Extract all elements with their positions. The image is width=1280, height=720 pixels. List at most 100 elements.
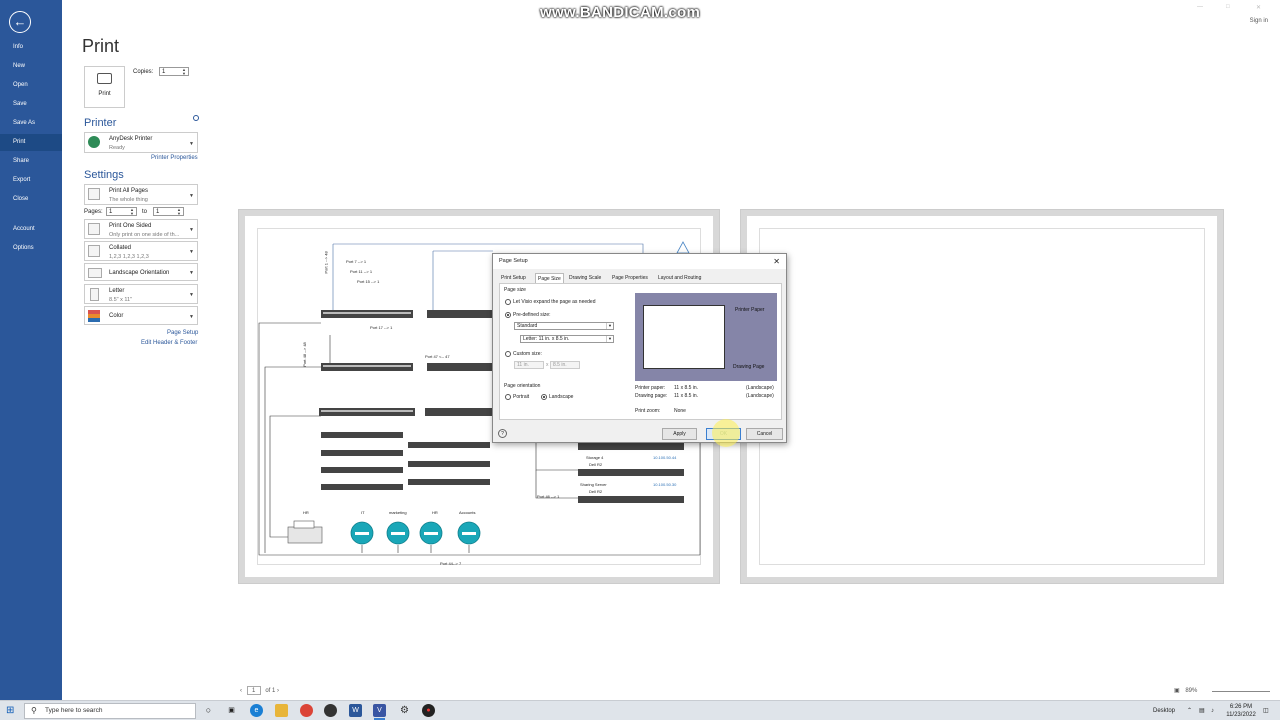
- help-icon[interactable]: ?: [498, 429, 507, 438]
- diagram-label: Dell R2: [589, 489, 603, 494]
- custom-height-field[interactable]: 8.5 in.: [550, 361, 580, 369]
- chrome-icon[interactable]: [300, 704, 313, 717]
- page-setup-dialog: Page Setup ✕ Print Setup Page Size Drawi…: [492, 253, 787, 443]
- word-icon[interactable]: W: [349, 704, 362, 717]
- diagram-label: Port 46 --> 1: [537, 494, 560, 499]
- tray-chevron-icon[interactable]: ⌃: [1187, 707, 1192, 715]
- settings-gear-icon[interactable]: ⚙: [398, 704, 411, 717]
- chevron-down-icon: ▼: [606, 323, 613, 329]
- edge-icon[interactable]: e: [250, 704, 263, 717]
- cortana-icon[interactable]: ○: [202, 704, 215, 717]
- letter-size-select[interactable]: Letter: 11 in. x 8.5 in. ▼: [520, 335, 614, 343]
- diagram-label: Port 7 --> 1: [346, 259, 367, 264]
- printer-paper-value: 11 x 8.5 in.: [674, 385, 699, 391]
- close-icon[interactable]: ✕: [773, 254, 780, 269]
- custom-x-label: x: [546, 362, 549, 368]
- task-view-icon[interactable]: ▣: [225, 704, 238, 717]
- bandicam-record-icon[interactable]: ●: [422, 704, 435, 717]
- prev-page-icon[interactable]: ‹: [240, 688, 242, 694]
- diagram-label: Port 17 --> 1: [370, 325, 393, 330]
- printer-paper-orientation: (Landscape): [746, 385, 774, 391]
- drawing-page-orientation: (Landscape): [746, 393, 774, 399]
- print-zoom-label: Print zoom:: [635, 408, 661, 414]
- standard-select[interactable]: Standard ▼: [514, 322, 614, 330]
- diagram-label: Storage 4: [586, 455, 604, 460]
- clock-date: 11/23/2022: [1226, 712, 1256, 718]
- page-navigator: ‹ 1 of 1 ›: [240, 686, 279, 695]
- drawing-page-callout: Drawing Page: [733, 364, 765, 370]
- portrait-label: Portrait: [513, 394, 530, 400]
- diagram-label: marketing: [389, 510, 407, 515]
- cancel-button[interactable]: Cancel: [746, 428, 783, 440]
- portrait-radio[interactable]: [505, 394, 511, 400]
- landscape-label: Landscape: [549, 394, 574, 400]
- file-explorer-icon[interactable]: [275, 704, 288, 717]
- diagram-label: Dell R2: [589, 462, 603, 467]
- visio-icon[interactable]: V: [373, 704, 386, 720]
- volume-icon[interactable]: ♪: [1211, 707, 1214, 715]
- clock-time: 6:26 PM: [1229, 704, 1253, 710]
- chevron-down-icon: ▼: [606, 336, 613, 342]
- windows-taskbar: ⊞ ⚲ Type here to search ○ ▣ e W V ⚙ ● De…: [0, 700, 1280, 720]
- network-icon[interactable]: ▤: [1199, 707, 1205, 715]
- custom-label: Custom size:: [513, 351, 542, 357]
- ip-label: 10.100.50.44: [653, 455, 677, 460]
- desktop-toolbar[interactable]: Desktop: [1153, 707, 1175, 715]
- diagram-label: Port 1 --> 48: [323, 251, 329, 274]
- letter-size-value: Letter: 11 in. x 8.5 in.: [523, 336, 570, 342]
- custom-width-value: 11 in.: [517, 362, 529, 368]
- zoom-value: 89%: [1185, 688, 1198, 694]
- fit-page-icon[interactable]: ▣: [1174, 688, 1180, 694]
- diagram-label: Sharing Server: [580, 482, 607, 487]
- drawing-page-label: Drawing page:: [635, 393, 668, 399]
- print-zoom-value: None: [674, 408, 686, 414]
- printer-paper-callout: Printer Paper: [735, 307, 765, 313]
- printer-device: [287, 520, 323, 544]
- landscape-radio[interactable]: [541, 394, 547, 400]
- zoom-slider[interactable]: [1212, 691, 1270, 692]
- drawing-page-value: 11 x 8.5 in.: [674, 393, 699, 399]
- page-size-preview: Printer Paper Drawing Page: [635, 293, 777, 381]
- zoom-control: ▣ 89%: [1174, 687, 1270, 694]
- windows-start-icon[interactable]: ⊞: [6, 705, 17, 716]
- tab-page-size[interactable]: Page Size: [535, 273, 564, 283]
- tab-print-setup[interactable]: Print Setup: [499, 273, 528, 283]
- diagram-label: IT: [361, 510, 365, 515]
- standard-value: Standard: [517, 323, 538, 329]
- page-size-panel: Page size Let Visio expand the page as n…: [499, 283, 782, 420]
- predefined-radio[interactable]: [505, 312, 511, 318]
- diagram-label: Port 11 --> 1: [350, 269, 373, 274]
- custom-height-value: 8.5 in.: [553, 362, 567, 368]
- department-nodes: [350, 521, 481, 545]
- tab-page-properties[interactable]: Page Properties: [610, 273, 650, 283]
- page-count: of 1: [265, 688, 276, 694]
- expand-label: Let Visio expand the page as needed: [513, 299, 596, 305]
- diagram-label: Port 15 --> 1: [357, 279, 380, 284]
- cursor-highlight: [712, 419, 740, 447]
- page-size-heading: Page size: [504, 287, 526, 293]
- diagram-label: Port 47 <-- 47: [425, 354, 450, 359]
- clock[interactable]: 6:26 PM 11/23/2022: [1223, 703, 1259, 719]
- taskbar-search[interactable]: ⚲ Type here to search: [24, 703, 196, 719]
- orientation-heading: Page orientation: [504, 383, 541, 389]
- apply-button[interactable]: Apply: [662, 428, 697, 440]
- search-placeholder: Type here to search: [45, 707, 103, 714]
- ip-label: 10.100.50.30: [653, 482, 677, 487]
- diagram-label: Accounts: [459, 510, 476, 515]
- diagram-label: HR: [303, 510, 309, 515]
- dialog-title: Page Setup: [493, 254, 786, 269]
- notifications-icon[interactable]: ◫: [1263, 707, 1269, 715]
- current-page-field[interactable]: 1: [246, 686, 261, 695]
- drawing-page-preview: [643, 305, 725, 369]
- obs-icon[interactable]: [324, 704, 337, 717]
- diagram-label: HR: [432, 510, 438, 515]
- next-page-icon[interactable]: ›: [277, 688, 279, 694]
- diagram-label: Port 44--> 7: [440, 561, 462, 566]
- printer-paper-label: Printer paper:: [635, 385, 666, 391]
- tab-layout-routing[interactable]: Layout and Routing: [656, 273, 703, 283]
- custom-radio[interactable]: [505, 351, 511, 357]
- custom-width-field[interactable]: 11 in.: [514, 361, 544, 369]
- tab-drawing-scale[interactable]: Drawing Scale: [567, 273, 603, 283]
- expand-radio[interactable]: [505, 299, 511, 305]
- predefined-label: Pre-defined size:: [513, 312, 551, 318]
